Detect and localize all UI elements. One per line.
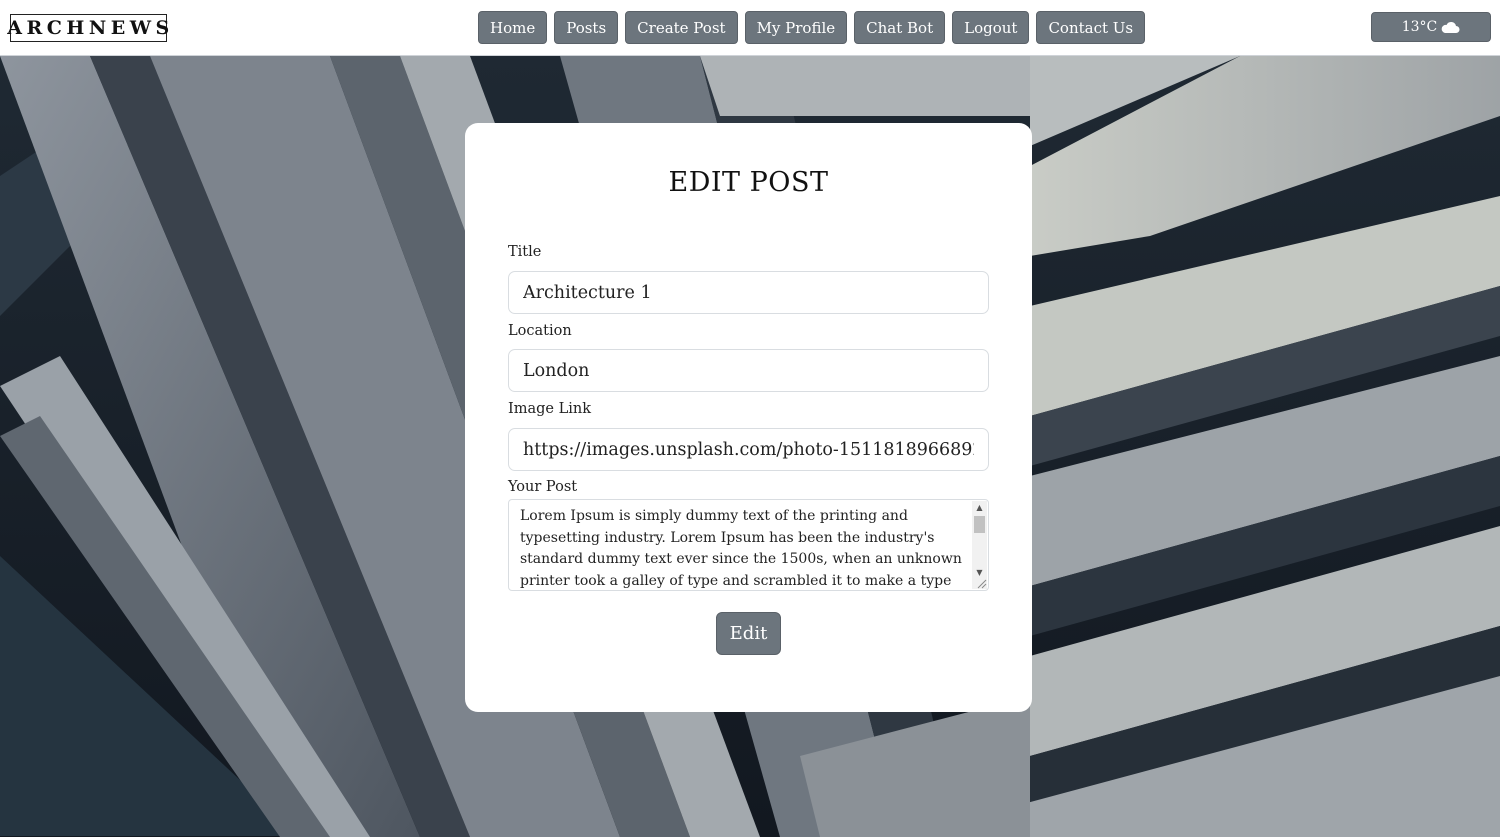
image-link-input[interactable] [508, 428, 989, 471]
nav-home-button[interactable]: Home [478, 11, 548, 44]
cloud-icon [1440, 21, 1460, 34]
location-label: Location [508, 323, 572, 339]
post-label: Your Post [508, 479, 578, 495]
textarea-scrollbar[interactable]: ▲ ▼ [972, 501, 987, 589]
nav-contact-us-button[interactable]: Contact Us [1036, 11, 1146, 44]
location-input[interactable] [508, 349, 989, 392]
nav-create-post-button[interactable]: Create Post [625, 11, 738, 44]
main-nav: Home Posts Create Post My Profile Chat B… [478, 11, 1146, 44]
weather-widget[interactable]: 13°C [1371, 12, 1491, 42]
scroll-thumb[interactable] [974, 516, 985, 533]
page-title: EDIT POST [668, 167, 829, 198]
resize-grip-icon[interactable] [976, 578, 987, 589]
navbar: ARCHNEWS Home Posts Create Post My Profi… [0, 0, 1500, 56]
post-textarea-content[interactable]: Lorem Ipsum is simply dummy text of the … [520, 506, 966, 588]
edit-post-card: EDIT POST Title Location Image Link Your… [465, 123, 1032, 712]
title-label: Title [508, 244, 542, 260]
weather-temperature: 13°C [1401, 19, 1438, 35]
title-input[interactable] [508, 271, 989, 314]
scroll-up-icon[interactable]: ▲ [972, 501, 987, 514]
edit-submit-button[interactable]: Edit [716, 612, 781, 655]
nav-my-profile-button[interactable]: My Profile [744, 11, 848, 44]
image-link-label: Image Link [508, 401, 591, 417]
post-textarea[interactable]: Lorem Ipsum is simply dummy text of the … [508, 499, 989, 591]
nav-logout-button[interactable]: Logout [952, 11, 1030, 44]
nav-posts-button[interactable]: Posts [554, 11, 619, 44]
site-logo[interactable]: ARCHNEWS [7, 14, 169, 42]
nav-chat-bot-button[interactable]: Chat Bot [854, 11, 946, 44]
